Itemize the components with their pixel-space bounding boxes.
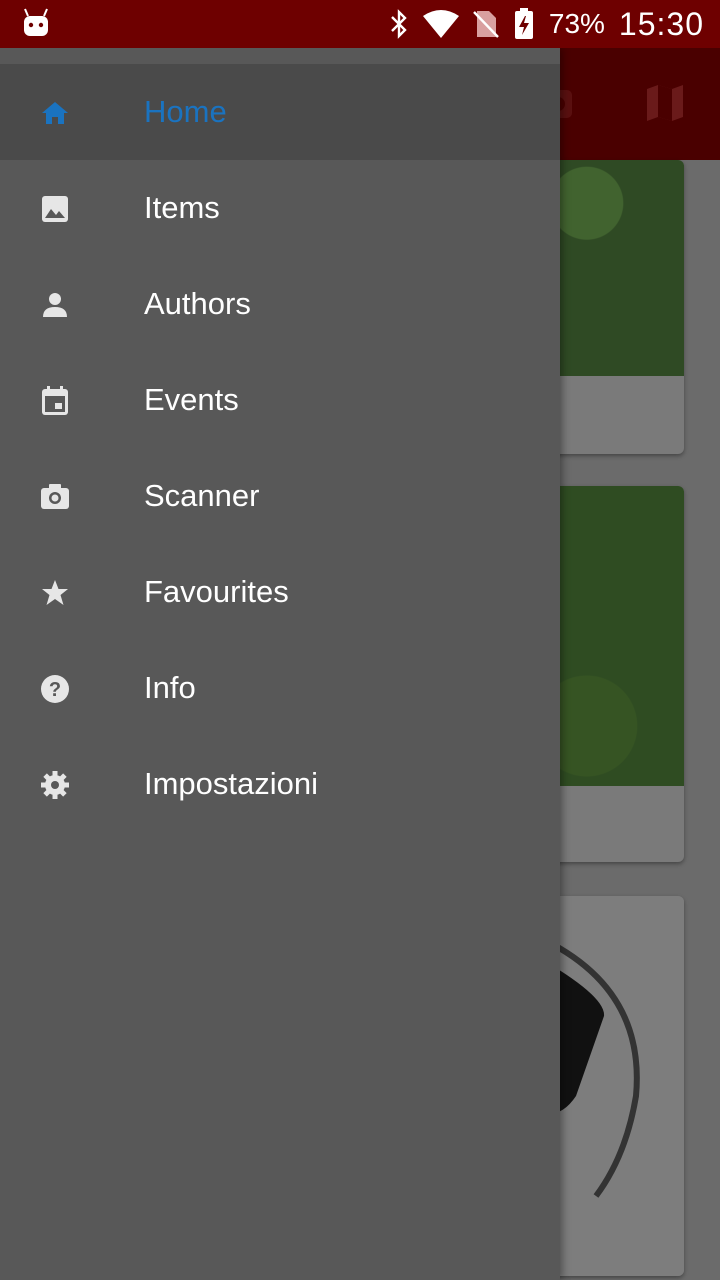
battery-charging-icon bbox=[514, 8, 533, 39]
drawer-item-impostazioni[interactable]: Impostazioni bbox=[0, 736, 560, 832]
navigation-drawer: Home Items Authors Events Scanner Favour… bbox=[0, 48, 560, 1280]
drawer-item-favourites[interactable]: Favourites bbox=[0, 544, 560, 640]
drawer-item-items[interactable]: Items bbox=[0, 160, 560, 256]
person-icon bbox=[43, 293, 67, 317]
drawer-item-label: Impostazioni bbox=[144, 766, 319, 801]
drawer-item-scanner[interactable]: Scanner bbox=[0, 448, 560, 544]
home-icon bbox=[42, 102, 68, 124]
drawer-item-label: Events bbox=[144, 382, 239, 417]
drawer-item-label: Authors bbox=[144, 286, 251, 321]
drawer-item-events[interactable]: Events bbox=[0, 352, 560, 448]
drawer-item-info[interactable]: ? Info bbox=[0, 640, 560, 736]
no-sim-icon bbox=[473, 11, 499, 38]
drawer-item-home[interactable]: Home bbox=[0, 64, 560, 160]
calendar-icon bbox=[42, 386, 68, 415]
clock: 15:30 bbox=[618, 5, 704, 42]
drawer-item-label: Info bbox=[144, 670, 196, 705]
star-icon bbox=[42, 580, 68, 605]
android-debug-icon bbox=[24, 8, 48, 36]
camera-icon bbox=[41, 484, 69, 509]
status-bar: 73% 15:30 bbox=[0, 0, 720, 48]
settings-icon bbox=[41, 771, 69, 799]
image-icon bbox=[42, 196, 68, 222]
battery-percent: 73% bbox=[548, 8, 605, 39]
svg-text:?: ? bbox=[49, 679, 61, 701]
help-icon: ? bbox=[41, 675, 69, 703]
bluetooth-icon bbox=[391, 9, 407, 39]
drawer-top-spacer bbox=[0, 48, 560, 64]
drawer-item-label: Items bbox=[144, 190, 220, 225]
map-icon[interactable] bbox=[646, 84, 684, 122]
drawer-item-label: Home bbox=[144, 94, 227, 129]
drawer-item-authors[interactable]: Authors bbox=[0, 256, 560, 352]
drawer-item-label: Favourites bbox=[144, 574, 289, 609]
wifi-icon bbox=[422, 10, 459, 38]
drawer-item-label: Scanner bbox=[144, 478, 260, 513]
